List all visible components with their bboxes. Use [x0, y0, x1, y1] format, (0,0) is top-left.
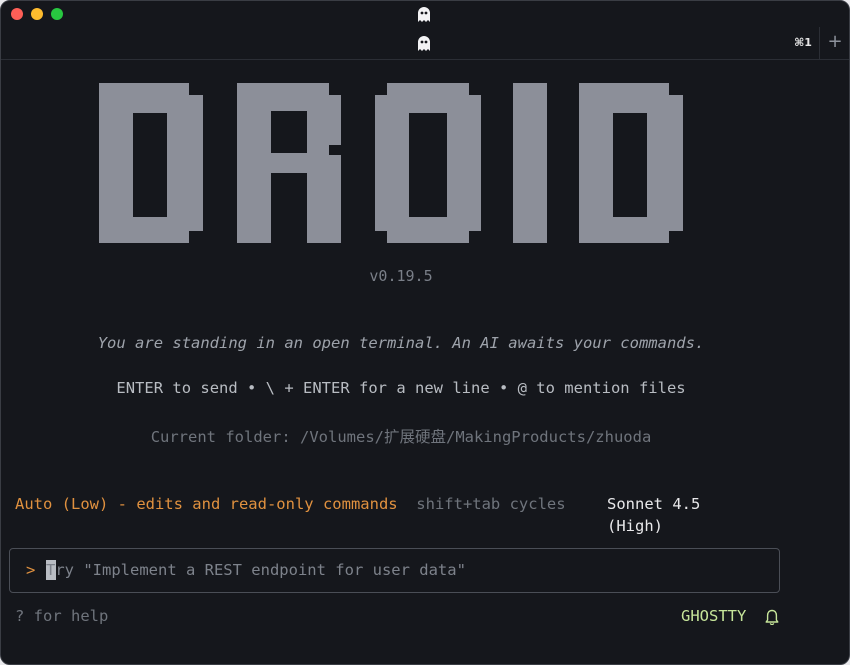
title-bar — [1, 1, 849, 27]
droid-logo — [99, 83, 683, 243]
tagline: You are standing in an open terminal. An… — [97, 334, 705, 352]
prompt-input[interactable]: > Try "Implement a REST endpoint for use… — [9, 548, 780, 593]
tab-terminal[interactable]: ⌘1 — [1, 27, 819, 59]
prompt-symbol: > — [26, 561, 36, 579]
autonomy-mode-label: Auto (Low) - edits and read-only command… — [15, 495, 398, 513]
bell-icon — [765, 609, 779, 625]
help-hint: ? for help — [15, 607, 109, 625]
new-tab-button[interactable]: + — [819, 27, 849, 59]
tab-bar: ⌘1 + — [1, 27, 849, 60]
app-name-label: GHOSTTY — [681, 607, 747, 625]
minimize-window-button[interactable] — [31, 8, 43, 20]
close-window-button[interactable] — [11, 8, 23, 20]
current-folder: Current folder: /Volumes/扩展硬盘/MakingProd… — [150, 428, 652, 446]
ghost-icon — [418, 7, 430, 22]
version-label: v0.19.5 — [369, 267, 433, 285]
zoom-window-button[interactable] — [51, 8, 63, 20]
keyboard-hints: ENTER to send • \ + ENTER for a new line… — [116, 379, 686, 397]
ghost-icon — [418, 36, 430, 51]
autonomy-mode[interactable]: Auto (Low) - edits and read-only command… — [15, 493, 585, 515]
prompt-placeholder: Try "Implement a REST endpoint for user … — [46, 561, 466, 579]
tab-shortcut-label: ⌘1 — [794, 36, 812, 49]
model-indicator[interactable]: Sonnet 4.5 (High) — [607, 493, 757, 537]
mode-cycle-hint: shift+tab cycles — [416, 495, 566, 513]
terminal-window: ⌘1 + v0.19.5 You are standing in an open… — [0, 0, 850, 665]
